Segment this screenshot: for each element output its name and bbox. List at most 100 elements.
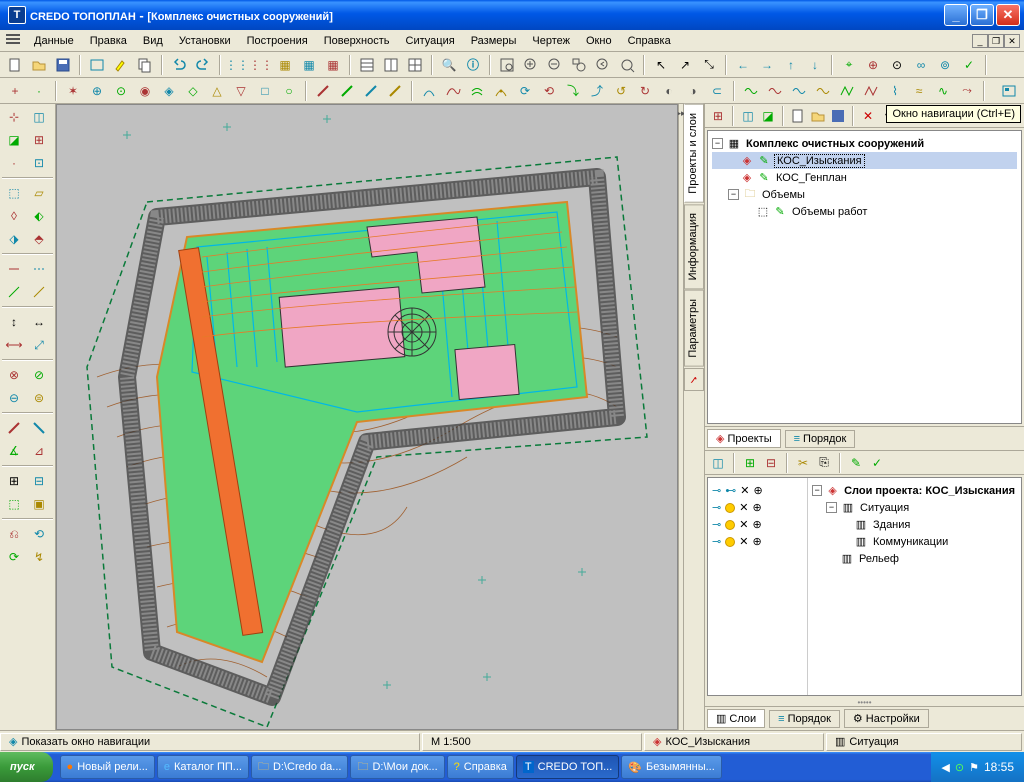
pt-c[interactable]: ⊙ [110, 80, 132, 102]
lp-b[interactable]: ⊞ [741, 454, 759, 472]
new-button[interactable] [4, 54, 26, 76]
tab-layers[interactable]: ▥Слои [707, 709, 765, 728]
drawing-canvas[interactable] [56, 104, 678, 730]
info-button[interactable]: ⓘ [462, 54, 484, 76]
arc13[interactable]: ⊂ [706, 80, 728, 102]
line1[interactable] [312, 80, 334, 102]
line2[interactable] [336, 80, 358, 102]
lt35[interactable]: ⟳ [2, 546, 26, 568]
pt-del[interactable]: ✕ [859, 107, 877, 125]
arc12[interactable]: ◑ [682, 80, 704, 102]
pt-b[interactable]: ⊕ [86, 80, 108, 102]
layer-vis-row[interactable]: ⊸✕⊕ [710, 516, 805, 533]
undo-button[interactable] [168, 54, 190, 76]
lt8[interactable]: ▱ [27, 182, 51, 204]
pan2-button[interactable]: ↗ [674, 54, 696, 76]
zoom-prev-button[interactable] [592, 54, 614, 76]
lt26[interactable] [27, 417, 51, 439]
nav-b-button[interactable]: ⊕ [862, 54, 884, 76]
nav-a-button[interactable]: ⌖ [838, 54, 860, 76]
lt25[interactable] [2, 417, 26, 439]
layer-item-comm[interactable]: ▥ Коммуникации [812, 533, 1017, 550]
pt-f[interactable]: ◇ [182, 80, 204, 102]
tree-item-volumes[interactable]: − 🗀 Объемы [712, 186, 1017, 203]
layer-root[interactable]: − ◈ Слои проекта: КОС_Изыскания [812, 482, 1017, 499]
start-button[interactable]: пуск [0, 752, 53, 782]
lt17[interactable]: ↕ [2, 311, 26, 333]
task-help[interactable]: ?Справка [447, 755, 514, 779]
pt-d[interactable]: ◉ [134, 80, 156, 102]
lt30[interactable]: ⊟ [27, 470, 51, 492]
lt24[interactable]: ⊜ [27, 387, 51, 409]
menu-edit[interactable]: Правка [82, 33, 135, 49]
arc8[interactable]: ⤴ [586, 80, 608, 102]
layer-vis-row[interactable]: ⊸✕⊕ [710, 499, 805, 516]
menu-surface[interactable]: Поверхность [316, 33, 398, 49]
tree-item-kos-izyskaniya[interactable]: ◈ ✎ КОС_Изыскания [712, 152, 1017, 169]
arc3[interactable] [466, 80, 488, 102]
pt-c[interactable]: ◪ [759, 107, 777, 125]
mdi-close[interactable]: ✕ [1004, 34, 1020, 48]
sidetab-check[interactable]: ✓ [684, 368, 704, 391]
menu-window[interactable]: Окно [578, 33, 620, 49]
bulb-icon[interactable] [725, 537, 735, 547]
menu-drawing[interactable]: Чертеж [524, 33, 578, 49]
arc1[interactable] [418, 80, 440, 102]
layer-vis-row[interactable]: ⊸⊷✕⊕ [710, 482, 805, 499]
lt3[interactable]: ◪ [2, 129, 26, 151]
menu-dimensions[interactable]: Размеры [463, 33, 525, 49]
arc9[interactable]: ↺ [610, 80, 632, 102]
pt-i[interactable]: □ [254, 80, 276, 102]
pt-save[interactable] [829, 107, 847, 125]
menu-constructions[interactable]: Построения [239, 33, 316, 49]
curve3[interactable] [788, 80, 810, 102]
point2-button[interactable]: · [28, 80, 50, 102]
lt6[interactable]: ⊡ [27, 152, 51, 174]
line4[interactable] [384, 80, 406, 102]
nav-e-button[interactable]: ⊚ [934, 54, 956, 76]
bulb-icon[interactable] [725, 520, 735, 530]
pan3-button[interactable]: ⤡ [698, 54, 720, 76]
zoom-dyn-button[interactable] [616, 54, 638, 76]
grid5-button[interactable]: ▦ [322, 54, 344, 76]
arrow-r-button[interactable]: → [756, 54, 778, 76]
menu-icon[interactable] [6, 34, 20, 48]
zoom-window-button[interactable] [568, 54, 590, 76]
pt-b[interactable]: ◫ [739, 107, 757, 125]
curve8[interactable]: ≈ [908, 80, 930, 102]
arc11[interactable]: ◐ [658, 80, 680, 102]
grid4-button[interactable]: ▦ [298, 54, 320, 76]
close-button[interactable]: ✕ [996, 4, 1020, 26]
highlight-button[interactable] [110, 54, 132, 76]
arc4[interactable] [490, 80, 512, 102]
lp-f[interactable]: ✎ [847, 454, 865, 472]
task-folder1[interactable]: 🗀D:\Credo da... [251, 755, 348, 779]
minimize-button[interactable]: _ [944, 4, 968, 26]
tab-settings[interactable]: ⚙Настройки [844, 709, 929, 728]
binoculars-button[interactable]: 🔍 [438, 54, 460, 76]
lt21[interactable]: ⊗ [2, 364, 26, 386]
arc6[interactable]: ⟲ [538, 80, 560, 102]
check-button[interactable]: ✓ [958, 54, 980, 76]
lt11[interactable]: ⬗ [2, 228, 26, 250]
lt29[interactable]: ⊞ [2, 470, 26, 492]
curve2[interactable] [764, 80, 786, 102]
table2-button[interactable] [380, 54, 402, 76]
lt5[interactable]: · [2, 152, 26, 174]
arrow-l-button[interactable]: ← [732, 54, 754, 76]
arc5[interactable]: ⟳ [514, 80, 536, 102]
menu-help[interactable]: Справка [620, 33, 679, 49]
point1-button[interactable]: + [4, 80, 26, 102]
lt33[interactable]: ⎌ [2, 523, 26, 545]
lp-c[interactable]: ⊟ [762, 454, 780, 472]
task-paint[interactable]: 🎨Безымянны... [621, 755, 722, 779]
lt27[interactable]: ∡ [2, 440, 26, 462]
lt12[interactable]: ⬘ [27, 228, 51, 250]
task-folder2[interactable]: 🗀D:\Мои док... [350, 755, 444, 779]
lt20[interactable]: ⤢ [27, 334, 51, 356]
layer-item-situation[interactable]: − ▥ Ситуация [812, 499, 1017, 516]
lp-g[interactable]: ✓ [868, 454, 886, 472]
tree-item-volume-works[interactable]: ⬚ ✎ Объемы работ [712, 203, 1017, 220]
tree-root[interactable]: − ▦ Комплекс очистных сооружений [712, 135, 1017, 152]
lt14[interactable] [27, 258, 51, 280]
